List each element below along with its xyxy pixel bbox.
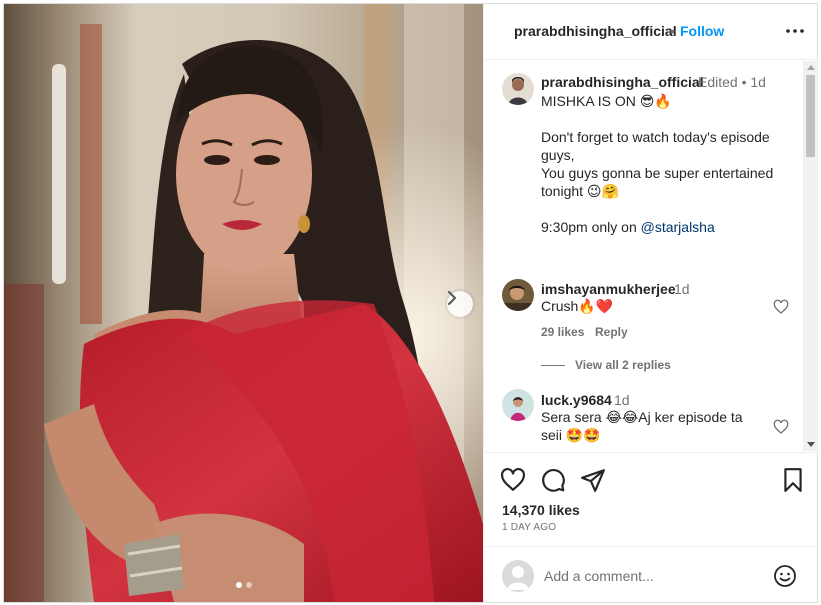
- comment-username[interactable]: luck.y9684: [541, 392, 612, 408]
- comments-scrollbar[interactable]: [803, 61, 818, 451]
- chevron-right-icon: [448, 291, 456, 305]
- share-icon[interactable]: [580, 467, 606, 493]
- comment-like-heart-icon[interactable]: [773, 299, 789, 315]
- commenter-avatar[interactable]: [502, 389, 534, 421]
- comment-time: 1d: [614, 392, 630, 408]
- replies-divider-line: [541, 364, 565, 366]
- caption-username[interactable]: prarabdhisingha_official: [541, 74, 704, 90]
- comment-username[interactable]: imshayanmukherjee: [541, 281, 676, 297]
- comment-text: Crush🔥❤️: [541, 298, 614, 314]
- comment-time: 1d: [674, 281, 690, 297]
- comment-likes[interactable]: 29 likes: [541, 325, 584, 339]
- author-username[interactable]: prarabdhisingha_official: [514, 23, 677, 39]
- author-avatar[interactable]: [502, 73, 534, 105]
- next-slide-button[interactable]: [447, 291, 473, 317]
- post-header: prarabdhisingha_official • Follow: [484, 4, 818, 60]
- post-date: 1 DAY AGO: [502, 522, 557, 533]
- save-icon[interactable]: [780, 467, 806, 493]
- scrollbar-thumb[interactable]: [806, 75, 815, 157]
- view-replies-label: View all 2 replies: [575, 358, 671, 372]
- comment-like-heart-icon[interactable]: [773, 419, 789, 435]
- follow-button[interactable]: Follow: [680, 23, 724, 39]
- emoji-icon[interactable]: [773, 564, 797, 588]
- carousel-dot-active: [236, 582, 242, 588]
- post-dialog: prarabdhisingha_official • Follow prarab…: [3, 3, 818, 603]
- comments-section[interactable]: prarabdhisingha_official Edited • 1d MIS…: [484, 61, 818, 451]
- caption-body: MISHKA IS ON 😎🔥 Don't forget to watch to…: [541, 93, 774, 235]
- header-separator: •: [670, 23, 675, 39]
- view-replies-button[interactable]: View all 2 replies: [541, 358, 671, 372]
- carousel-indicator: [236, 582, 252, 588]
- post-actions: 14,370 likes 1 DAY AGO: [484, 452, 818, 546]
- add-comment-bar: [484, 546, 818, 602]
- scroll-up-arrow[interactable]: [807, 65, 815, 70]
- post-sidebar: prarabdhisingha_official • Follow prarab…: [483, 4, 818, 602]
- more-options-icon: [786, 29, 804, 33]
- more-options-button[interactable]: [784, 20, 806, 42]
- post-photo: [4, 4, 483, 602]
- caption-mention[interactable]: @starjalsha: [641, 219, 715, 235]
- add-comment-input[interactable]: [544, 564, 764, 588]
- carousel-dot: [246, 582, 252, 588]
- commenter-avatar[interactable]: [502, 279, 534, 311]
- caption-meta: Edited • 1d: [698, 74, 766, 90]
- post-media[interactable]: [4, 4, 483, 602]
- caption-text: MISHKA IS ON 😎🔥 Don't forget to watch to…: [541, 92, 786, 236]
- comment-reply-button[interactable]: Reply: [595, 325, 628, 339]
- comment-icon[interactable]: [540, 467, 566, 493]
- scroll-down-arrow[interactable]: [807, 442, 815, 447]
- current-user-avatar: [502, 560, 534, 592]
- heart-icon[interactable]: [500, 467, 526, 493]
- comment-text: Sera sera 😂😂Aj ker episode ta seii 🤩🤩: [541, 409, 743, 443]
- likes-count[interactable]: 14,370 likes: [502, 502, 580, 518]
